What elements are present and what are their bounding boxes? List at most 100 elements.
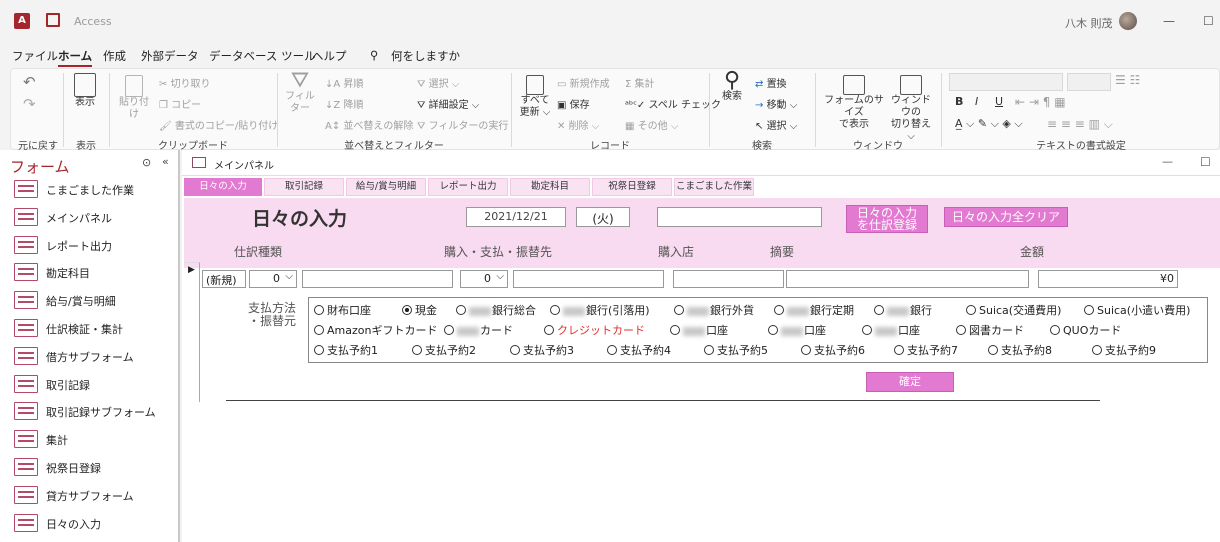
purchase-dropdown[interactable]: 0 <box>460 270 508 288</box>
nav-item-form[interactable]: こまごました作業 <box>14 178 176 200</box>
payment-radio[interactable]: 銀行外貨 <box>674 302 754 318</box>
nav-item-form[interactable]: 仕訳検証・集計 <box>14 317 176 339</box>
bold-icon[interactable]: B <box>955 95 963 108</box>
purchase-name-field[interactable] <box>513 270 664 288</box>
more-button[interactable]: ▦ その他 ⌵ <box>625 117 678 132</box>
redo-icon[interactable]: ↷ <box>23 95 36 113</box>
payment-radio[interactable]: QUOカード <box>1050 322 1121 338</box>
avatar[interactable] <box>1119 12 1137 30</box>
nav-item-form[interactable]: 日々の入力 <box>14 512 176 534</box>
maximize-icon[interactable]: ☐ <box>1203 14 1214 28</box>
new-record-button[interactable]: ▭ 新規作成 <box>557 75 610 90</box>
nav-item-form[interactable]: 勘定科目 <box>14 261 176 283</box>
date-field[interactable]: 2021/12/21 <box>466 207 566 227</box>
tab-misc[interactable]: こまごました作業 <box>674 178 754 196</box>
format-painter-button[interactable]: 🖌 書式のコピー/貼り付け <box>159 117 278 132</box>
amount-field[interactable]: ¥0 <box>1038 270 1178 288</box>
store-field[interactable] <box>673 270 784 288</box>
align-icon[interactable]: ≡ ≡ ≡ ▥ ⌵ <box>1047 117 1113 132</box>
goto-button[interactable]: → 移動 ⌵ <box>755 96 797 111</box>
record-selector[interactable]: ▶ <box>184 262 200 402</box>
nav-item-form[interactable]: 取引記録 <box>14 373 176 395</box>
payment-radio[interactable]: Suica(交通費用) <box>966 302 1061 318</box>
tell-me-search[interactable]: 何をしますか <box>391 48 460 64</box>
tab-accounts[interactable]: 勘定科目 <box>510 178 590 196</box>
nav-item-form[interactable]: 借方サブフォーム <box>14 345 176 367</box>
summary-field[interactable] <box>786 270 1029 288</box>
form-maximize-icon[interactable]: ☐ <box>1200 155 1211 169</box>
font-color-icon[interactable]: A̲ ⌵ ✎ ⌵ ◈ ⌵ <box>955 117 1023 131</box>
payment-radio[interactable]: 銀行 <box>874 302 932 318</box>
undo-icon[interactable]: ↶ <box>23 73 36 91</box>
payment-radio[interactable]: Amazonギフトカード <box>314 322 437 338</box>
menu-file[interactable]: ファイル <box>12 48 58 64</box>
advanced-filter-button[interactable]: ⛛ 詳細設定 ⌵ <box>417 96 479 111</box>
payment-radio[interactable]: 口座 <box>768 322 826 338</box>
toggle-filter-button[interactable]: ⛛ フィルターの実行 <box>417 117 508 132</box>
nav-item-form[interactable]: 給与/賞与明細 <box>14 289 176 311</box>
find-button[interactable]: ⚲ 検索 <box>717 70 747 103</box>
search-icon[interactable]: ⚲ <box>370 48 378 62</box>
payment-radio[interactable]: 口座 <box>862 322 920 338</box>
font-name-combo[interactable] <box>949 73 1063 91</box>
payment-radio[interactable]: 支払予約1 <box>314 342 378 358</box>
menu-create[interactable]: 作成 <box>103 48 126 64</box>
memo-field[interactable] <box>657 207 822 227</box>
clear-all-button[interactable]: 日々の入力全クリア <box>944 207 1068 227</box>
tab-report[interactable]: レポート出力 <box>428 178 508 196</box>
menu-external-data[interactable]: 外部データ <box>141 48 199 64</box>
payment-radio[interactable]: 支払予約6 <box>801 342 865 358</box>
select-button[interactable]: ↖ 選択 ⌵ <box>755 117 797 132</box>
filter-button[interactable]: ⛛ フィルター <box>281 70 319 115</box>
payment-radio[interactable]: 銀行定期 <box>774 302 854 318</box>
payment-radio[interactable]: クレジットカード <box>544 322 645 338</box>
payment-radio[interactable]: 銀行総合 <box>456 302 536 318</box>
fit-form-button[interactable]: フォームのサイズ で表示 <box>821 75 887 131</box>
tab-transactions[interactable]: 取引記録 <box>264 178 344 196</box>
spelling-button[interactable]: ᵃᵇᶜ✓ スペル チェック <box>625 96 721 111</box>
bullets-icon[interactable]: ☰ ☷ <box>1115 73 1140 87</box>
switch-windows-button[interactable]: ウィンドウの 切り替え ⌵ <box>887 75 935 143</box>
menu-database-tools[interactable]: データベース ツール <box>209 48 316 64</box>
payment-radio[interactable]: 支払予約2 <box>412 342 476 358</box>
paste-button[interactable]: 貼り付け <box>115 75 153 121</box>
nav-item-form[interactable]: メインパネル <box>14 206 176 228</box>
selection-button[interactable]: ⛛ 選択 ⌵ <box>417 75 459 90</box>
underline-icon[interactable]: U <box>995 95 1003 108</box>
menu-home[interactable]: ホーム <box>58 48 93 67</box>
nav-item-form[interactable]: 祝祭日登録 <box>14 456 176 478</box>
nav-item-form[interactable]: 貸方サブフォーム <box>14 484 176 506</box>
register-journal-button[interactable]: 日々の入力 を仕訳登録 <box>846 205 928 233</box>
payment-radio[interactable]: Suica(小遣い費用) <box>1084 302 1190 318</box>
delete-record-button[interactable]: ✕ 削除 ⌵ <box>557 117 599 132</box>
sort-desc-button[interactable]: ↓Z 降順 <box>325 96 363 111</box>
payment-radio[interactable]: 図書カード <box>956 322 1024 338</box>
payment-radio[interactable]: 支払予約4 <box>607 342 671 358</box>
payment-radio[interactable]: 銀行(引落用) <box>550 302 650 318</box>
cut-button[interactable]: ✂ 切り取り <box>159 75 211 90</box>
confirm-button[interactable]: 確定 <box>866 372 954 392</box>
copy-button[interactable]: ❐ コピー <box>159 96 201 111</box>
payment-radio[interactable]: 財布口座 <box>314 302 371 318</box>
replace-button[interactable]: ⇄ 置換 <box>755 75 787 90</box>
payment-radio[interactable]: 現金 <box>402 302 437 318</box>
collapse-icon[interactable]: « <box>162 155 169 168</box>
type-name-field[interactable] <box>302 270 453 288</box>
payment-radio[interactable]: 支払予約3 <box>510 342 574 358</box>
tab-salary[interactable]: 給与/賞与明細 <box>346 178 426 196</box>
minimize-icon[interactable]: — <box>1163 14 1175 28</box>
payment-radio[interactable]: カード <box>444 322 513 338</box>
nav-menu-icon[interactable]: ⊙ <box>142 156 151 169</box>
payment-radio[interactable]: 支払予約9 <box>1092 342 1156 358</box>
tab-holidays[interactable]: 祝祭日登録 <box>592 178 672 196</box>
refresh-all-button[interactable]: すべて 更新 ⌵ <box>515 75 555 119</box>
payment-radio[interactable]: 支払予約8 <box>988 342 1052 358</box>
font-size-combo[interactable] <box>1067 73 1111 91</box>
clear-sort-button[interactable]: A↕ 並べ替えの解除 <box>325 117 413 132</box>
sort-asc-button[interactable]: ↓A 昇順 <box>325 75 363 90</box>
nav-item-form[interactable]: 取引記録サブフォーム <box>14 400 176 422</box>
payment-radio[interactable]: 支払予約7 <box>894 342 958 358</box>
totals-button[interactable]: Σ 集計 <box>625 75 655 90</box>
view-button[interactable]: 表示 <box>69 73 101 109</box>
italic-icon[interactable]: I <box>975 95 978 108</box>
